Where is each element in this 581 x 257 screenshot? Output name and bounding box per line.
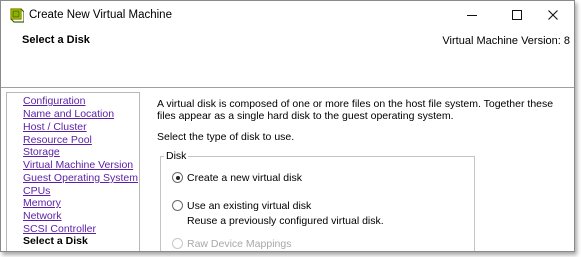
- minimize-icon: [467, 15, 477, 16]
- nav-item-configuration[interactable]: Configuration: [23, 95, 85, 107]
- vsphere-logo-icon: [8, 7, 25, 23]
- wizard-steps-nav: Configuration Name and Location Host / C…: [6, 92, 140, 251]
- nav-item-host-cluster[interactable]: Host / Cluster: [23, 121, 87, 133]
- create-new-disk-label[interactable]: Create a new virtual disk: [187, 172, 302, 184]
- vm-version-label: Virtual Machine Version: 8: [442, 35, 570, 47]
- use-existing-disk-sublabel: Reuse a previously configured virtual di…: [187, 215, 384, 227]
- nav-item-network[interactable]: Network: [23, 210, 62, 222]
- window-title: Create New Virtual Machine: [29, 9, 172, 21]
- close-button[interactable]: [536, 1, 570, 29]
- nav-item-select-a-disk: Select a Disk: [23, 235, 88, 247]
- nav-item-scsi-controller[interactable]: SCSI Controller: [23, 223, 96, 235]
- close-icon: [548, 10, 558, 20]
- nav-item-name-and-location[interactable]: Name and Location: [23, 108, 114, 120]
- create-new-disk-radio[interactable]: [172, 172, 183, 183]
- disk-group-label: Disk: [164, 150, 189, 162]
- nav-item-memory[interactable]: Memory: [23, 197, 61, 209]
- raw-device-mappings-label: Raw Device Mappings: [187, 238, 292, 250]
- wizard-window: Create New Virtual Machine Select a Disk…: [0, 0, 575, 252]
- maximize-icon: [512, 10, 522, 20]
- nav-item-guest-os[interactable]: Guest Operating System: [23, 172, 138, 184]
- disk-type-prompt: Select the type of disk to use.: [157, 131, 295, 143]
- nav-item-resource-pool[interactable]: Resource Pool: [23, 134, 92, 146]
- nav-item-cpus[interactable]: CPUs: [23, 185, 50, 197]
- header-divider: [1, 87, 574, 88]
- title-bar: Create New Virtual Machine: [1, 1, 574, 29]
- step-description: A virtual disk is composed of one or mor…: [157, 98, 554, 122]
- minimize-button[interactable]: [455, 1, 489, 29]
- page-title: Select a Disk: [22, 34, 90, 46]
- nav-item-storage[interactable]: Storage: [23, 146, 60, 158]
- use-existing-disk-radio[interactable]: [172, 200, 183, 211]
- raw-device-mappings-radio: [172, 238, 183, 249]
- use-existing-disk-label[interactable]: Use an existing virtual disk: [187, 200, 311, 212]
- nav-item-vm-version[interactable]: Virtual Machine Version: [23, 159, 133, 171]
- maximize-button[interactable]: [500, 1, 534, 29]
